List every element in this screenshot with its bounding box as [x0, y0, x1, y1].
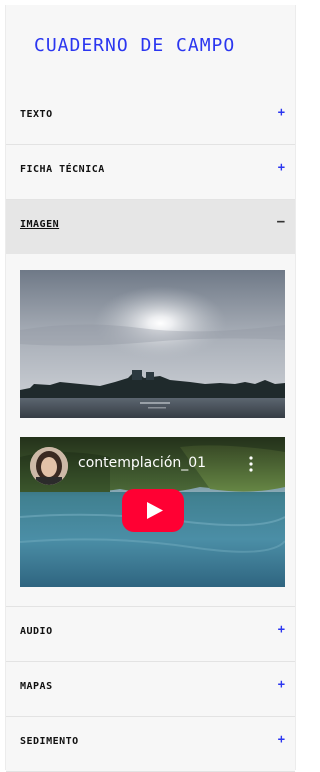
accordion-label: IMAGEN — [20, 219, 60, 230]
sun-over-river-image — [20, 270, 285, 418]
accordion-label: MAPAS — [20, 681, 53, 692]
accordion-label: AUDIO — [20, 626, 53, 637]
play-icon — [122, 489, 184, 532]
accordion-item-mapas[interactable]: MAPAS + — [6, 662, 295, 717]
expand-icon: + — [277, 160, 285, 174]
more-options-icon[interactable] — [248, 456, 254, 472]
header: CUADERNO DE CAMPO — [6, 5, 295, 91]
avatar-portrait — [30, 447, 68, 485]
accordion-label: FICHA TÉCNICA — [20, 164, 105, 175]
youtube-play-button[interactable] — [122, 489, 184, 532]
accordion-item-imagen[interactable]: IMAGEN − — [6, 200, 295, 255]
accordion-label: TEXTO — [20, 109, 53, 120]
video-embed[interactable]: contemplación_01 — [20, 437, 285, 587]
collapse-icon: − — [276, 214, 285, 230]
accordion-item-audio[interactable]: AUDIO + — [6, 607, 295, 662]
accordion-item-ficha-tecnica[interactable]: FICHA TÉCNICA + — [6, 145, 295, 200]
expand-icon: + — [277, 677, 285, 691]
channel-avatar[interactable] — [30, 447, 68, 485]
field-notebook-panel: CUADERNO DE CAMPO TEXTO + FICHA TÉCNICA … — [5, 5, 296, 772]
video-title[interactable]: contemplación_01 — [78, 455, 206, 471]
accordion-item-texto[interactable]: TEXTO + — [6, 90, 295, 145]
expand-icon: + — [277, 732, 285, 746]
imagen-content: contemplación_01 — [6, 254, 295, 607]
landscape-photo — [20, 270, 285, 418]
page-title: CUADERNO DE CAMPO — [34, 35, 236, 56]
expand-icon: + — [277, 622, 285, 636]
accordion-label: SEDIMENTO — [20, 736, 79, 747]
accordion-item-sedimento[interactable]: SEDIMENTO + — [6, 717, 295, 772]
expand-icon: + — [277, 105, 285, 119]
